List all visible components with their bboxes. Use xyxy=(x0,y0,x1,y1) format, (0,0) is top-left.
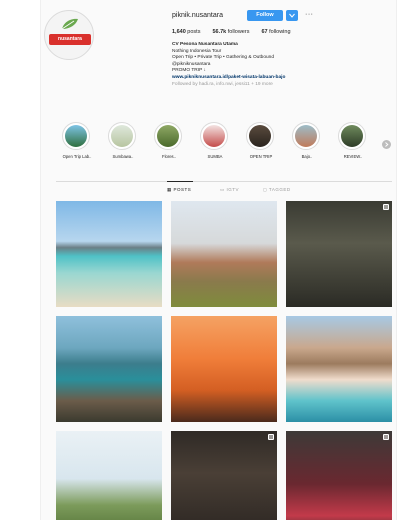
post-thumbnail-group-red[interactable] xyxy=(286,431,392,520)
profile-bio: CV Pesona Nusantara Utama Nothing Indone… xyxy=(172,42,347,88)
post-thumbnail-portrait-dark[interactable] xyxy=(171,431,277,520)
chevron-right-icon xyxy=(385,142,389,147)
highlight-item[interactable]: Open Trip Lab.. xyxy=(62,122,92,159)
highlight-cover xyxy=(111,125,133,147)
highlight-item[interactable]: Bajo.. xyxy=(292,122,322,159)
highlight-label: REVIEW.. xyxy=(343,154,363,159)
bio-website-link[interactable]: www.pikniknusantara.id/paket-wisata-labu… xyxy=(172,75,347,82)
followed-by-text[interactable]: Followed by hadi.ra, info.nwi, jessi11 +… xyxy=(172,82,347,89)
highlight-label: Open Trip Lab.. xyxy=(62,154,92,159)
suggestions-dropdown-button[interactable] xyxy=(286,10,298,21)
highlight-label: Bajo.. xyxy=(301,154,313,159)
logo-banner: nusantara xyxy=(49,34,91,45)
profile-stats: 1,640 posts 56.7k followers 67 following xyxy=(172,29,291,35)
active-tab-indicator xyxy=(167,181,193,182)
post-thumbnail-island-rock[interactable] xyxy=(56,316,162,422)
highlight-item[interactable]: REVIEW.. xyxy=(338,122,368,159)
highlights-next-button[interactable] xyxy=(382,140,391,149)
post-thumbnail-letters-dark[interactable] xyxy=(286,201,392,307)
multiple-photos-icon xyxy=(383,434,389,440)
tab-igtv[interactable]: ▭ IGTV xyxy=(220,187,239,193)
highlight-cover xyxy=(157,125,179,147)
bio-line: PROMO TRIP ↓ xyxy=(172,68,206,74)
post-thumbnail-temple-towers[interactable] xyxy=(171,201,277,307)
bio-name: CV Pesona Nusantara Utama xyxy=(172,42,238,47)
follow-button[interactable]: Follow xyxy=(247,10,283,21)
posts-count: 1,640 posts xyxy=(172,29,201,35)
bio-line: Open Trip • Private Trip • Gathering & O… xyxy=(172,55,275,61)
highlight-item[interactable]: SUMBA xyxy=(200,122,230,159)
highlight-item[interactable]: Flores.. xyxy=(154,122,184,159)
story-highlights: Open Trip Lab.. Sumbawa.. Flores.. SUMBA… xyxy=(62,122,392,166)
highlight-label: OPEN TRIP xyxy=(249,154,273,159)
profile-avatar[interactable]: nusantara xyxy=(44,10,94,60)
post-thumbnail-trip-poster[interactable] xyxy=(56,431,162,520)
more-options-icon[interactable]: ··· xyxy=(305,11,314,18)
highlight-cover xyxy=(295,125,317,147)
highlight-cover xyxy=(65,125,87,147)
chevron-down-icon xyxy=(289,13,295,18)
highlight-item[interactable]: OPEN TRIP xyxy=(246,122,276,159)
following-count[interactable]: 67 following xyxy=(261,29,290,35)
leaf-logo-icon xyxy=(61,18,78,30)
highlight-cover xyxy=(341,125,363,147)
tab-tagged[interactable]: ◻ TAGGED xyxy=(263,187,291,193)
multiple-photos-icon xyxy=(383,204,389,210)
multiple-photos-icon xyxy=(268,434,274,440)
profile-username: piknik.nusantara xyxy=(172,12,223,19)
highlight-cover xyxy=(203,125,225,147)
highlight-label: SUMBA xyxy=(207,154,223,159)
logo-text: nusantara xyxy=(58,36,82,42)
highlight-label: Flores.. xyxy=(162,154,176,159)
tab-posts[interactable]: ▦ POSTS xyxy=(167,187,191,193)
post-thumbnail-beach-mountain[interactable] xyxy=(56,201,162,307)
highlight-cover xyxy=(249,125,271,147)
post-thumbnail-pink-beach[interactable] xyxy=(286,316,392,422)
highlight-label: Sumbawa.. xyxy=(112,154,134,159)
highlight-item[interactable]: Sumbawa.. xyxy=(108,122,138,159)
post-thumbnail-sunset-silhouette[interactable] xyxy=(171,316,277,422)
followers-count[interactable]: 56.7k followers xyxy=(212,29,249,35)
tabs-divider xyxy=(56,181,392,182)
